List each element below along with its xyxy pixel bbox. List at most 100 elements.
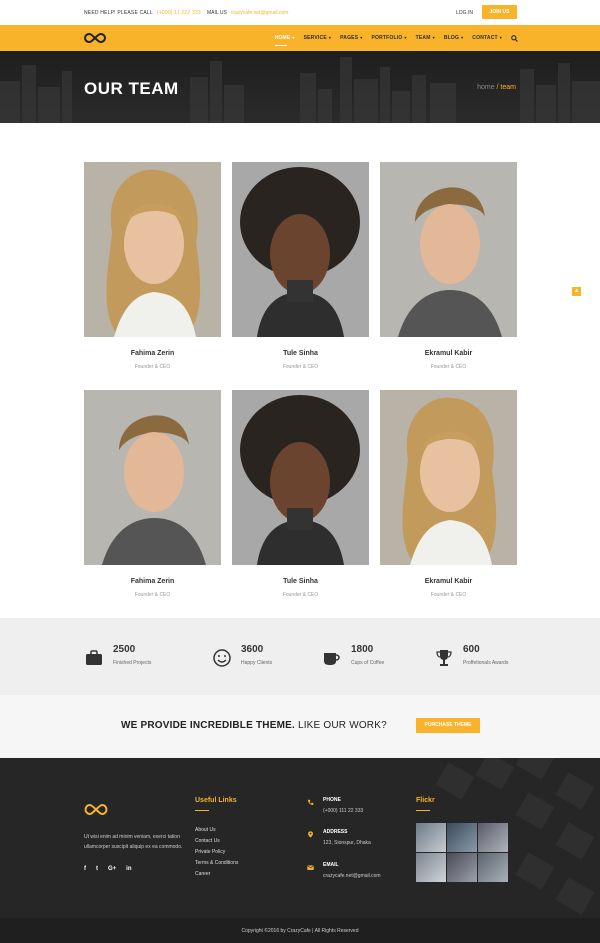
scroll-to-top-button[interactable]: ▲ <box>572 287 581 296</box>
smile-icon <box>213 649 231 667</box>
top-bar: NEED HELP! PLEASE CALL (+000) 11 222 333 … <box>0 0 600 25</box>
footer-link-contact[interactable]: Contact Us <box>195 836 238 847</box>
help-phone[interactable]: (+000) 11 222 333 <box>157 10 201 16</box>
phone-label: PHONE <box>323 797 341 803</box>
stat-label: Happy Clients <box>241 660 273 666</box>
stat-label: Cups of Coffee <box>351 660 385 666</box>
breadcrumb-home[interactable]: home <box>477 84 495 91</box>
member-photo <box>84 390 221 565</box>
briefcase-icon <box>86 650 102 665</box>
stat-label: Finished Projects <box>113 660 152 666</box>
footer-link-privacy[interactable]: Private Policy <box>195 847 238 858</box>
chevron-down-icon: ▾ <box>404 35 407 40</box>
member-name: Fahima Zerin <box>130 350 175 357</box>
chevron-down-icon: ▾ <box>432 35 435 40</box>
social-links: f t G+ in <box>84 866 142 872</box>
team-member-card[interactable]: Fahima Zerin Founder & CEO <box>84 162 221 370</box>
cta-text: WE PROVIDE INCREDIBLE THEME. LIKE OUR WO… <box>121 720 387 731</box>
mail-label: MAIL US <box>207 10 227 16</box>
phone-value[interactable]: (+000) 111 22 333 <box>323 808 363 814</box>
team-member-card[interactable]: Fahima Zerin Founder & CEO <box>84 390 221 598</box>
title-underline <box>416 810 430 811</box>
nav-item-service[interactable]: SERVICE ▾ <box>304 35 331 41</box>
title-underline <box>195 810 209 811</box>
nav-label: BLOG <box>443 35 460 41</box>
footer-link-career[interactable]: Career <box>195 869 238 880</box>
footer-link-about[interactable]: About Us <box>195 825 238 836</box>
chevron-down-icon: ▾ <box>360 35 363 40</box>
member-role: Founder & CEO <box>430 364 467 370</box>
phone-icon <box>308 799 314 805</box>
flickr-thumbnail[interactable] <box>416 853 446 882</box>
stat-label: Proffetionals Awards <box>463 660 509 666</box>
address-value: 123, Sionspur, Dhaka <box>323 840 371 846</box>
nav-label: CONTACT <box>472 35 498 41</box>
team-member-card[interactable]: Ekramul Kabir Founder & CEO <box>380 390 517 598</box>
linkedin-icon[interactable]: in <box>126 866 131 872</box>
member-photo <box>84 162 221 337</box>
nav-item-contact[interactable]: CONTACT ▾ <box>472 35 502 41</box>
chevron-down-icon: ▾ <box>499 35 502 40</box>
cta-rest: LIKE OUR WORK? <box>297 720 387 731</box>
infinity-logo-icon[interactable] <box>84 32 106 44</box>
member-role: Founder & CEO <box>430 592 467 598</box>
flickr-gallery <box>416 823 508 882</box>
stat-value: 600 <box>463 644 480 655</box>
chevron-down-icon: ▾ <box>292 35 295 40</box>
cta-bold: WE PROVIDE INCREDIBLE THEME. <box>121 720 295 731</box>
google-plus-icon[interactable]: G+ <box>108 866 116 872</box>
nav-item-home[interactable]: HOME ▾ <box>274 35 295 46</box>
coffee-cup-icon <box>324 653 340 665</box>
nav-item-team[interactable]: TEAM ▾ <box>416 35 435 41</box>
infinity-logo-icon[interactable] <box>84 803 108 816</box>
call-to-action: WE PROVIDE INCREDIBLE THEME. LIKE OUR WO… <box>0 695 600 758</box>
twitter-icon[interactable]: t <box>96 866 98 872</box>
member-role: Founder & CEO <box>134 364 171 370</box>
member-role: Founder & CEO <box>134 592 171 598</box>
stat-value: 1800 <box>351 644 374 655</box>
useful-links-list: About Us Contact Us Private Policy Terms… <box>195 825 238 880</box>
nav-item-blog[interactable]: BLOG ▾ <box>444 35 463 41</box>
envelope-icon <box>307 865 314 870</box>
page-header: OUR TEAM home / team <box>0 51 600 123</box>
member-name: Ekramul Kabir <box>424 578 473 585</box>
flickr-title: Flickr <box>416 797 435 804</box>
nav-item-portfolio[interactable]: PORTFOLIO ▾ <box>371 35 406 41</box>
login-link[interactable]: LOG IN <box>456 10 473 16</box>
member-photo <box>232 162 369 337</box>
email-value[interactable]: crazycafe.net@gmail.com <box>323 873 381 879</box>
nav-label: SERVICE <box>303 35 327 41</box>
copyright: Copyright ©2016 by CrazyCafe | All Right… <box>241 928 359 934</box>
nav-label: PAGES <box>340 35 359 41</box>
team-member-card[interactable]: Ekramul Kabir Founder & CEO <box>380 162 517 370</box>
flickr-thumbnail[interactable] <box>478 853 508 882</box>
nav-item-pages[interactable]: PAGES ▾ <box>340 35 362 41</box>
nav-label: HOME <box>274 35 291 41</box>
member-name: Fahima Zerin <box>130 578 175 585</box>
mail-email[interactable]: crazycafe.net@gmail.com <box>231 10 289 16</box>
purchase-theme-button[interactable]: PURCHASE THEME <box>416 718 480 733</box>
search-icon[interactable] <box>511 34 518 42</box>
main-nav: HOME ▾ SERVICE ▾ PAGES ▾ PORTFOLIO ▾ TEAM ▾ B… <box>0 25 600 51</box>
email-label: EMAIL <box>323 862 339 868</box>
join-us-button[interactable]: JOIN US <box>482 5 517 19</box>
footer-link-terms[interactable]: Terms & Conditions <box>195 858 238 869</box>
nav-label: PORTFOLIO <box>371 35 403 41</box>
stat-value: 3600 <box>241 644 264 655</box>
mail-line: MAIL US crazycafe.net@gmail.com <box>207 10 288 16</box>
trophy-icon <box>436 650 452 666</box>
stat-value: 2500 <box>113 644 136 655</box>
flickr-thumbnail[interactable] <box>478 823 508 852</box>
help-label: NEED HELP! PLEASE CALL <box>84 10 153 16</box>
flickr-thumbnail[interactable] <box>447 853 477 882</box>
nav-label: TEAM <box>415 35 431 41</box>
flickr-thumbnail[interactable] <box>447 823 477 852</box>
team-member-card[interactable]: Tule Sinha Founder & CEO <box>232 390 369 598</box>
help-line: NEED HELP! PLEASE CALL (+000) 11 222 333 <box>84 10 201 16</box>
facebook-icon[interactable]: f <box>84 866 86 872</box>
chevron-down-icon: ▾ <box>328 35 332 40</box>
flickr-thumbnail[interactable] <box>416 823 446 852</box>
team-member-card[interactable]: Tule Sinha Founder & CEO <box>232 162 369 370</box>
member-photo <box>380 390 517 565</box>
stats-section: 2500 Finished Projects 3600 Happy Client… <box>0 618 600 695</box>
